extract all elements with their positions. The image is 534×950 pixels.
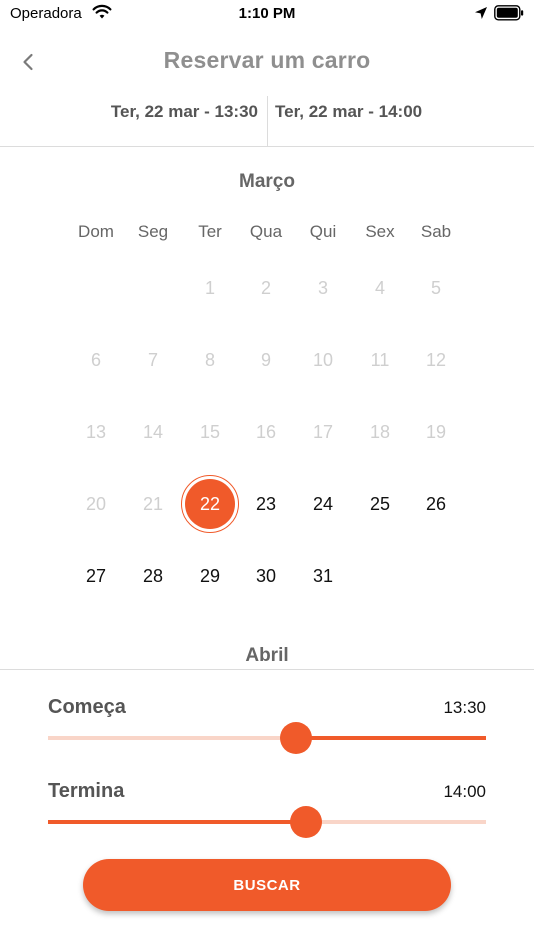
search-button[interactable]: BUSCAR bbox=[83, 859, 451, 911]
date-range-divider bbox=[267, 96, 268, 146]
next-month-title: Abril bbox=[245, 645, 289, 666]
status-bar: Operadora 1:10 PM bbox=[0, 0, 534, 28]
weekday-label: Ter bbox=[198, 222, 222, 241]
start-slider-thumb[interactable] bbox=[280, 722, 313, 754]
calendar-day-selected[interactable]: 22 bbox=[180, 484, 240, 524]
calendar-day[interactable]: 24 bbox=[293, 484, 353, 524]
end-time-value: 14:00 bbox=[443, 782, 486, 801]
end-slider-thumb[interactable] bbox=[289, 806, 322, 838]
calendar-day[interactable]: 31 bbox=[293, 556, 353, 596]
calendar-day: 1 bbox=[204, 278, 215, 298]
location-arrow-icon bbox=[475, 7, 487, 19]
calendar-day[interactable]: 28 bbox=[123, 556, 183, 596]
calendar-day: 21 bbox=[142, 494, 164, 514]
calendar-day: 2 bbox=[260, 278, 271, 298]
weekday-label: Sab bbox=[420, 222, 452, 241]
calendar-day: 16 bbox=[255, 422, 277, 442]
calendar-day[interactable]: 25 bbox=[350, 484, 410, 524]
end-time-slider[interactable] bbox=[48, 806, 486, 838]
panel-divider bbox=[0, 669, 534, 670]
weekday-label: Qua bbox=[249, 222, 283, 241]
calendar-day: 18 bbox=[369, 422, 391, 442]
calendar-day: 7 bbox=[147, 350, 158, 370]
calendar-day: 9 bbox=[260, 350, 271, 370]
calendar-day[interactable]: 27 bbox=[66, 556, 126, 596]
start-slider-track-before bbox=[48, 736, 297, 740]
calendar-day: 10 bbox=[312, 350, 334, 370]
weekday-label: Qui bbox=[309, 222, 337, 241]
calendar-day: 19 bbox=[425, 422, 447, 442]
calendar-day: 4 bbox=[374, 278, 385, 298]
weekday-label: Sex bbox=[365, 222, 395, 241]
calendar-day[interactable]: 23 bbox=[236, 484, 296, 524]
calendar-day[interactable]: 26 bbox=[406, 484, 466, 524]
status-time: 1:10 PM bbox=[238, 5, 296, 22]
calendar-day: 13 bbox=[85, 422, 107, 442]
page-title: Reservar um carro bbox=[163, 47, 371, 73]
calendar-day: 6 bbox=[90, 350, 101, 370]
start-time-slider[interactable] bbox=[48, 722, 486, 754]
calendar-day: 17 bbox=[312, 422, 334, 442]
month-title: Março bbox=[239, 171, 295, 192]
start-time-value: 13:30 bbox=[443, 698, 486, 717]
weekday-label: Dom bbox=[78, 222, 114, 241]
calendar-day[interactable]: 29 bbox=[180, 556, 240, 596]
calendar-day: 20 bbox=[85, 494, 107, 514]
calendar-day: 11 bbox=[370, 350, 390, 370]
end-date-time[interactable]: Ter, 22 mar - 14:00 bbox=[275, 102, 422, 122]
end-slider-track-after bbox=[305, 820, 486, 824]
calendar-day[interactable]: 30 bbox=[236, 556, 296, 596]
calendar-day: 14 bbox=[142, 422, 164, 442]
calendar-day: 8 bbox=[204, 350, 215, 370]
battery-icon bbox=[494, 5, 524, 21]
weekday-label: Seg bbox=[137, 222, 169, 241]
calendar-day: 5 bbox=[430, 278, 441, 298]
end-slider-track-before bbox=[48, 820, 306, 824]
end-time-label: Termina bbox=[48, 780, 125, 802]
start-time-label: Começa bbox=[48, 696, 126, 718]
calendar-day: 3 bbox=[317, 278, 328, 298]
date-range-bar: Ter, 22 mar - 13:30 Ter, 22 mar - 14:00 bbox=[0, 94, 534, 147]
calendar-day: 12 bbox=[425, 350, 447, 370]
calendar-day: 15 bbox=[199, 422, 221, 442]
start-date-time[interactable]: Ter, 22 mar - 13:30 bbox=[0, 102, 264, 122]
start-slider-track-after bbox=[296, 736, 486, 740]
